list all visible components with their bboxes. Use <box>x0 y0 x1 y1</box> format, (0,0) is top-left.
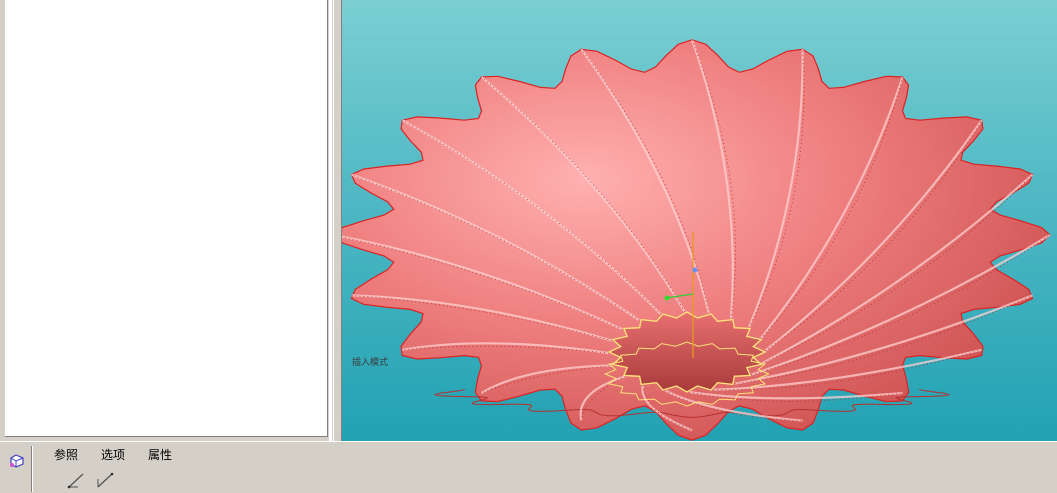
slope-line-tool-icon[interactable] <box>95 471 115 489</box>
line-tool-icon[interactable] <box>66 471 86 489</box>
fluted-bowl-model <box>342 39 1051 441</box>
dashboard: 参照 选项 属性 <box>0 441 1057 493</box>
tab-options[interactable]: 选项 <box>101 446 125 463</box>
tab-references[interactable]: 参照 <box>54 446 78 463</box>
navigator-panel <box>0 0 336 441</box>
tree-edge <box>329 0 332 441</box>
csys-x-point <box>664 295 670 301</box>
graphics-window[interactable]: 插入模式 <box>342 0 1057 441</box>
feature-sketch-icon <box>8 451 26 469</box>
tab-properties[interactable]: 属性 <box>148 446 172 463</box>
panel-splitter[interactable] <box>333 0 342 441</box>
mode-label: 插入模式 <box>352 358 389 368</box>
model-tree[interactable] <box>5 0 328 437</box>
dashboard-separator <box>31 446 32 492</box>
csys-y-point <box>692 267 698 273</box>
